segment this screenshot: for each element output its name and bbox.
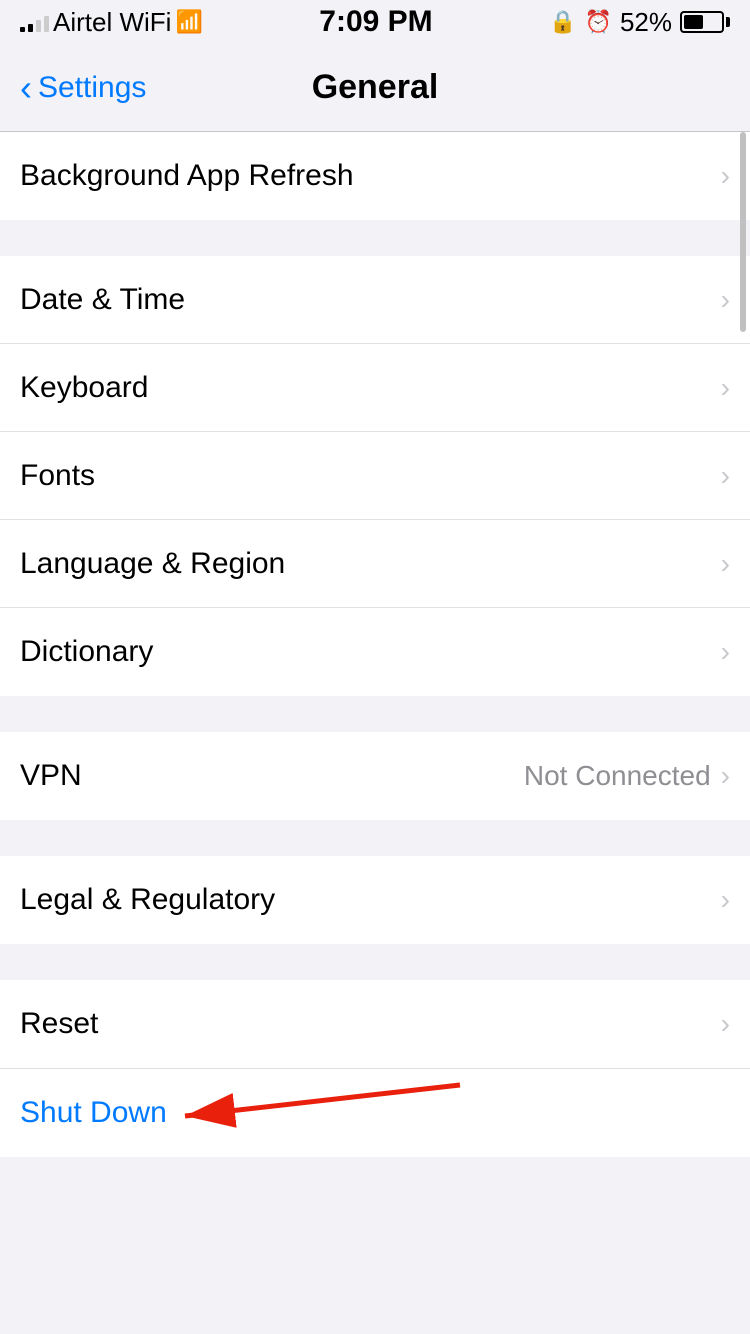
chevron-right-icon: › <box>721 548 730 580</box>
item-label-language-region: Language & Region <box>20 547 285 581</box>
content-area: Background App Refresh › Date & Time › K… <box>0 132 750 1157</box>
section-locale: Date & Time › Keyboard › Fonts › Languag… <box>0 256 750 696</box>
orientation-lock-icon: 🔒 <box>549 9 576 35</box>
chevron-right-icon: › <box>721 636 730 668</box>
chevron-right-icon: › <box>721 460 730 492</box>
page-title: General <box>312 68 439 107</box>
item-right: › <box>721 1008 730 1040</box>
list-item[interactable]: Fonts › <box>0 432 750 520</box>
section-spacer-1 <box>0 220 750 256</box>
item-label-vpn: VPN <box>20 759 82 793</box>
item-label-reset: Reset <box>20 1007 98 1041</box>
battery-icon <box>680 11 730 33</box>
item-label-legal: Legal & Regulatory <box>20 883 275 917</box>
section-reset: Reset › <box>0 980 750 1068</box>
list-item-reset[interactable]: Reset › <box>0 980 750 1068</box>
scrollbar[interactable] <box>740 132 746 332</box>
nav-bar: ‹ Settings General <box>0 44 750 132</box>
item-label-shutdown: Shut Down <box>20 1096 167 1130</box>
item-right: › <box>721 460 730 492</box>
item-label-keyboard: Keyboard <box>20 371 148 405</box>
item-right: › <box>721 548 730 580</box>
item-right: › <box>721 636 730 668</box>
chevron-right-icon: › <box>721 760 730 792</box>
list-item[interactable]: Legal & Regulatory › <box>0 856 750 944</box>
item-right: › <box>721 372 730 404</box>
list-item[interactable]: Language & Region › <box>0 520 750 608</box>
chevron-right-icon: › <box>721 1008 730 1040</box>
list-item[interactable]: Dictionary › <box>0 608 750 696</box>
list-item-shutdown[interactable]: Shut Down <box>0 1069 750 1157</box>
item-label-dictionary: Dictionary <box>20 635 153 669</box>
status-bar: Airtel WiFi 📶 7:09 PM 🔒 ⏰ 52% <box>0 0 750 44</box>
chevron-right-icon: › <box>721 372 730 404</box>
list-item[interactable]: VPN Not Connected › <box>0 732 750 820</box>
alarm-icon: ⏰ <box>585 9 612 35</box>
vpn-status: Not Connected <box>524 760 711 792</box>
section-bg-refresh: Background App Refresh › <box>0 132 750 220</box>
chevron-right-icon: › <box>721 284 730 316</box>
back-button[interactable]: ‹ Settings <box>20 70 146 106</box>
section-spacer-3 <box>0 820 750 856</box>
section-shutdown: Shut Down <box>0 1069 750 1157</box>
section-vpn: VPN Not Connected › <box>0 732 750 820</box>
time-label: 7:09 PM <box>319 5 432 39</box>
status-right: 🔒 ⏰ 52% <box>549 7 730 38</box>
section-legal: Legal & Regulatory › <box>0 856 750 944</box>
list-item[interactable]: Background App Refresh › <box>0 132 750 220</box>
chevron-right-icon: › <box>721 884 730 916</box>
item-label-bg-app-refresh: Background App Refresh <box>20 159 354 193</box>
item-right: Not Connected › <box>524 760 730 792</box>
item-right: › <box>721 284 730 316</box>
wifi-icon: 📶 <box>175 9 202 35</box>
item-right: › <box>721 884 730 916</box>
section-spacer-2 <box>0 696 750 732</box>
chevron-right-icon: › <box>721 160 730 192</box>
battery-percent: 52% <box>620 7 672 38</box>
item-label-date-time: Date & Time <box>20 283 185 317</box>
back-label: Settings <box>38 71 146 105</box>
carrier-label: Airtel WiFi <box>53 7 171 38</box>
signal-icon <box>20 12 49 32</box>
section-spacer-4 <box>0 944 750 980</box>
list-item[interactable]: Keyboard › <box>0 344 750 432</box>
item-label-fonts: Fonts <box>20 459 95 493</box>
item-right: › <box>721 160 730 192</box>
status-left: Airtel WiFi 📶 <box>20 7 203 38</box>
back-chevron-icon: ‹ <box>20 70 32 106</box>
list-item[interactable]: Date & Time › <box>0 256 750 344</box>
